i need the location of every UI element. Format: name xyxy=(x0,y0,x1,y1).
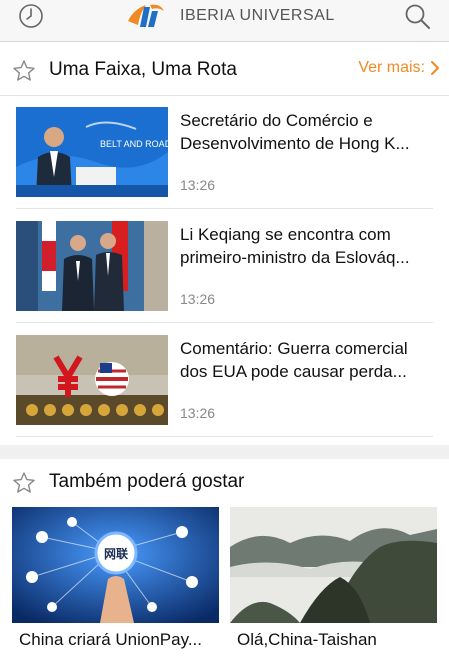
see-more-label: Ver mais: xyxy=(358,59,425,76)
section-title: Também poderá gostar xyxy=(49,471,245,492)
section-title: Uma Faixa, Uma Rota xyxy=(49,59,237,80)
section-separator xyxy=(0,445,449,459)
recommended-card[interactable]: Olá,China-Taishan xyxy=(230,507,437,650)
section-header-recommended: Também poderá gostar xyxy=(0,459,449,507)
history-clock-icon[interactable] xyxy=(18,3,44,29)
chevron-right-icon xyxy=(431,61,439,75)
card-title[interactable]: Olá,China-Taishan xyxy=(237,630,377,650)
news-headline[interactable]: Comentário: Guerra comercial dos EUA pod… xyxy=(180,337,433,383)
see-more-link[interactable]: Ver mais: xyxy=(358,59,441,77)
card-thumb-caption: 网联 xyxy=(104,547,128,561)
card-thumbnail xyxy=(230,507,437,623)
brand-name: IBERIA UNIVERSAL xyxy=(180,7,335,24)
recommended-card[interactable]: 网联 China criará UnionPay... xyxy=(12,507,219,650)
section-header-belt-road: Uma Faixa, Uma Rota Ver mais: xyxy=(0,47,449,95)
news-time: 13:26 xyxy=(180,177,216,193)
news-item[interactable]: Comentário: Guerra comercial dos EUA pod… xyxy=(16,323,433,437)
search-icon[interactable] xyxy=(404,3,432,31)
news-time: 13:26 xyxy=(180,405,216,421)
news-thumbnail: BELT AND ROAD xyxy=(16,107,168,197)
news-headline[interactable]: Secretário do Comércio e Desenvolvimento… xyxy=(180,109,433,155)
news-headline[interactable]: Li Keqiang se encontra com primeiro-mini… xyxy=(180,223,433,269)
news-thumbnail xyxy=(16,221,168,311)
card-title[interactable]: China criará UnionPay... xyxy=(19,630,202,650)
thumb-caption: BELT AND ROAD xyxy=(100,139,168,149)
star-icon[interactable] xyxy=(12,471,36,495)
card-thumbnail: 网联 xyxy=(12,507,219,623)
top-bar: IBERIA UNIVERSAL xyxy=(0,0,449,42)
news-item[interactable]: BELT AND ROAD Secretário do Comércio e D… xyxy=(16,95,433,209)
news-time: 13:26 xyxy=(180,291,216,307)
star-icon[interactable] xyxy=(12,59,36,83)
app-logo xyxy=(128,4,164,27)
news-item[interactable]: Li Keqiang se encontra com primeiro-mini… xyxy=(16,209,433,323)
news-thumbnail xyxy=(16,335,168,425)
